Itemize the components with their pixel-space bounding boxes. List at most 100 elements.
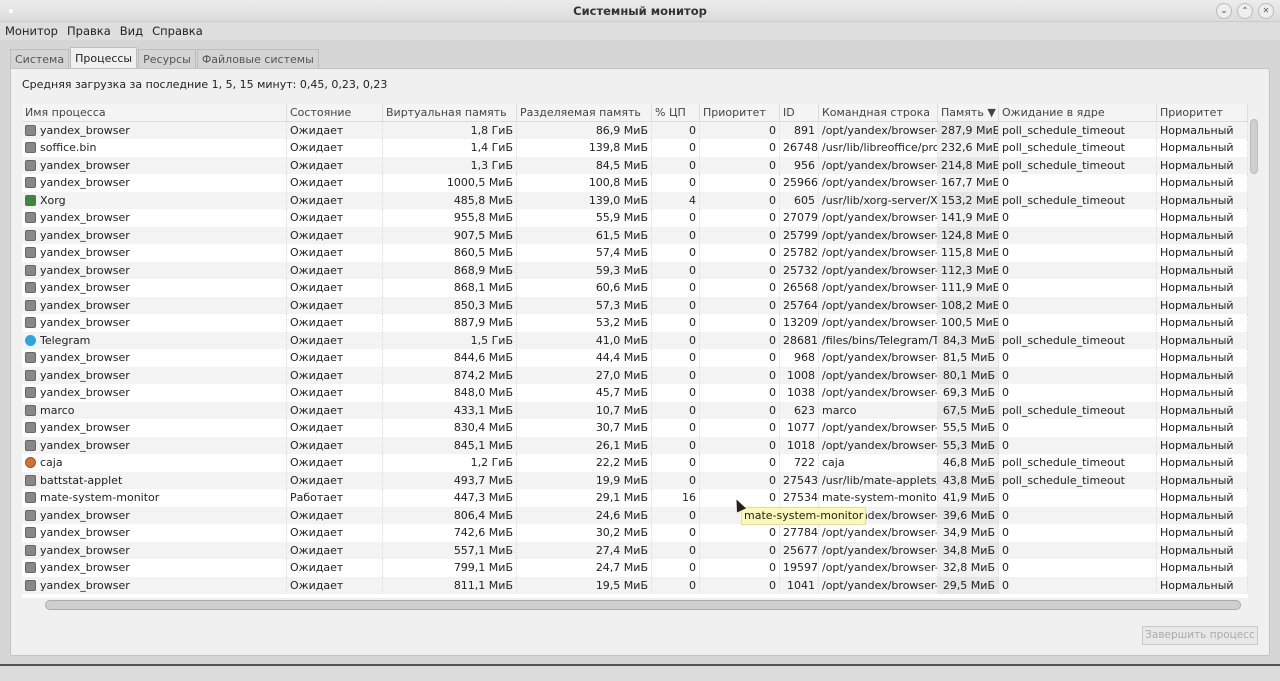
cell: 0 bbox=[652, 244, 700, 262]
column-header[interactable]: Имя процесса bbox=[22, 104, 287, 121]
cell: 0 bbox=[700, 366, 780, 384]
cell: 0 bbox=[652, 226, 700, 244]
cell: Нормальный bbox=[1157, 261, 1248, 279]
table-row[interactable]: soffice.bin Ожидает 1,4 ГиБ 139,8 МиБ 0 0 2674… bbox=[22, 139, 1248, 157]
minimize-button[interactable]: ⌄ bbox=[1216, 3, 1232, 19]
column-header[interactable]: Приоритет bbox=[700, 104, 780, 121]
table-row[interactable]: yandex_browser Ожидает 557,1 МиБ 27,4 МиБ 0 0… bbox=[22, 541, 1248, 559]
cell: Нормальный bbox=[1157, 401, 1248, 419]
process-name: yandex_browser bbox=[40, 281, 130, 294]
table-row[interactable]: yandex_browserОжидает806,4 МиБ24,6 МиБ0/… bbox=[22, 506, 1248, 524]
column-header[interactable]: ID bbox=[780, 104, 819, 121]
cell: Нормальный bbox=[1157, 191, 1248, 209]
table-row[interactable]: yandex_browser Ожидает 1,8 ГиБ 86,9 МиБ 0 0 89… bbox=[22, 121, 1248, 139]
table-row[interactable]: yandex_browser Ожидает 848,0 МиБ 45,7 МиБ 0 0… bbox=[22, 384, 1248, 402]
column-header[interactable]: Состояние bbox=[287, 104, 383, 121]
cell: 30,7 МиБ bbox=[517, 419, 652, 437]
cell: 868,9 МиБ bbox=[383, 261, 517, 279]
cell: 0 bbox=[652, 349, 700, 367]
horizontal-scrollbar[interactable] bbox=[33, 600, 1253, 610]
cell: 19,9 МиБ bbox=[517, 471, 652, 489]
table-row[interactable]: battstat-applet Ожидает 493,7 МиБ 19,9 МиБ 0… bbox=[22, 471, 1248, 489]
cell: 41,9 МиБ bbox=[938, 489, 999, 507]
cell: Ожидает bbox=[287, 156, 383, 174]
cell: 1018 bbox=[780, 436, 819, 454]
cell: 232,6 МиБ bbox=[938, 139, 999, 157]
cell: Нормальный bbox=[1157, 139, 1248, 157]
menu-edit[interactable]: Правка bbox=[62, 22, 115, 40]
cell: 214,8 МиБ bbox=[938, 156, 999, 174]
cell: 1041 bbox=[780, 576, 819, 594]
table-row[interactable]: Xorg Ожидает 485,8 МиБ 139,0 МиБ 4 0 605/usr/l… bbox=[22, 191, 1248, 209]
cell: yandex_browser bbox=[22, 541, 287, 559]
process-icon bbox=[25, 229, 36, 241]
cell: 0 bbox=[652, 401, 700, 419]
vertical-scroll-thumb[interactable] bbox=[1250, 119, 1258, 174]
cell: 0 bbox=[700, 384, 780, 402]
cell: Нормальный bbox=[1157, 506, 1248, 524]
cell: yandex_browser bbox=[22, 244, 287, 262]
process-icon bbox=[25, 334, 36, 346]
table-row[interactable]: Telegram Ожидает 1,5 ГиБ 41,0 МиБ 0 0 28681/fi… bbox=[22, 331, 1248, 349]
table-row[interactable]: yandex_browser Ожидает 955,8 МиБ 55,9 МиБ 0 0… bbox=[22, 209, 1248, 227]
column-header[interactable]: Память ▼ bbox=[938, 104, 999, 121]
table-row[interactable]: yandex_browser Ожидает 742,6 МиБ 30,2 МиБ 0 0… bbox=[22, 524, 1248, 542]
tab-processes[interactable]: Процессы bbox=[70, 47, 138, 68]
table-row[interactable]: yandex_browser Ожидает 874,2 МиБ 27,0 МиБ 0 0… bbox=[22, 366, 1248, 384]
tab-filesystems[interactable]: Файловые системы bbox=[196, 49, 319, 68]
cell: 0 bbox=[652, 524, 700, 542]
close-button[interactable]: ✕ bbox=[1258, 3, 1274, 19]
menu-help[interactable]: Справка bbox=[147, 22, 207, 40]
process-name: yandex_browser bbox=[40, 543, 130, 557]
cell: 16 bbox=[652, 489, 700, 507]
column-header[interactable]: % ЦП bbox=[652, 104, 700, 121]
menu-view[interactable]: Вид bbox=[115, 22, 147, 40]
table-row[interactable]: mate-system-monitor Работает 447,3 МиБ 29,1… bbox=[22, 489, 1248, 507]
menu-monitor[interactable]: Монитор bbox=[0, 22, 62, 40]
table-row[interactable]: yandex_browser Ожидает 799,1 МиБ 24,7 МиБ 0 0… bbox=[22, 559, 1248, 577]
cell: 485,8 МиБ bbox=[383, 191, 517, 209]
horizontal-scroll-thumb[interactable] bbox=[45, 600, 1241, 610]
table-row[interactable]: yandex_browser Ожидает 868,1 МиБ 60,6 МиБ 0 0… bbox=[22, 279, 1248, 297]
cell: Нормальный bbox=[1157, 209, 1248, 227]
cell: 57,4 МиБ bbox=[517, 244, 652, 262]
cell: marco bbox=[22, 401, 287, 419]
tab-resources[interactable]: Ресурсы bbox=[138, 49, 196, 68]
column-header[interactable]: Приоритет bbox=[1157, 104, 1248, 121]
column-header[interactable]: Виртуальная память bbox=[383, 104, 517, 121]
end-process-button[interactable]: Завершить процесс bbox=[1142, 626, 1258, 645]
column-header[interactable]: Разделяемая память bbox=[517, 104, 652, 121]
process-name: yandex_browser bbox=[40, 228, 130, 242]
cell: Ожидает bbox=[287, 279, 383, 297]
cell: 46,8 МиБ bbox=[938, 454, 999, 472]
cell: 493,7 МиБ bbox=[383, 471, 517, 489]
table-row[interactable]: yandex_browser Ожидает 907,5 МиБ 61,5 МиБ 0 0… bbox=[22, 226, 1248, 244]
cell: 84,5 МиБ bbox=[517, 156, 652, 174]
column-header[interactable]: Командная строка bbox=[819, 104, 938, 121]
table-row[interactable]: yandex_browser Ожидает 830,4 МиБ 30,7 МиБ 0 0… bbox=[22, 419, 1248, 437]
table-row[interactable]: yandex_browser Ожидает 811,1 МиБ 19,5 МиБ 0 0… bbox=[22, 576, 1248, 594]
cell: 141,9 МиБ bbox=[938, 209, 999, 227]
table-row[interactable]: yandex_browser Ожидает 860,5 МиБ 57,4 МиБ 0 0… bbox=[22, 244, 1248, 262]
table-row[interactable]: marco Ожидает 433,1 МиБ 10,7 МиБ 0 0 623 marco 6… bbox=[22, 401, 1248, 419]
process-table: Имя процесса Состояние Виртуальная память Р… bbox=[22, 104, 1248, 598]
cell: 24,7 МиБ bbox=[517, 559, 652, 577]
table-row[interactable]: yandex_browser Ожидает 1,3 ГиБ 84,5 МиБ 0 0 95… bbox=[22, 156, 1248, 174]
table-row[interactable]: yandex_browser Ожидает 1000,5 МиБ 100,8 МиБ… bbox=[22, 174, 1248, 192]
vertical-scrollbar[interactable] bbox=[1249, 113, 1259, 603]
table-row[interactable]: yandex_browser Ожидает 887,9 МиБ 53,2 МиБ 0 0… bbox=[22, 314, 1248, 332]
table-row[interactable]: yandex_browser Ожидает 868,9 МиБ 59,3 МиБ 0 0… bbox=[22, 261, 1248, 279]
cell: /opt/yandex/browser-beta bbox=[819, 349, 938, 367]
column-header[interactable]: Ожидание в ядре bbox=[999, 104, 1157, 121]
maximize-button[interactable]: ⌃ bbox=[1237, 3, 1253, 19]
tab-system[interactable]: Система bbox=[10, 49, 70, 68]
window-menu-icon[interactable] bbox=[9, 9, 13, 13]
cell: 0 bbox=[999, 244, 1157, 262]
table-row[interactable]: yandex_browser Ожидает 845,1 МиБ 26,1 МиБ 0 0… bbox=[22, 436, 1248, 454]
cell: 61,5 МиБ bbox=[517, 226, 652, 244]
table-row[interactable]: yandex_browser Ожидает 844,6 МиБ 44,4 МиБ 0 0… bbox=[22, 349, 1248, 367]
cell: 100,8 МиБ bbox=[517, 174, 652, 192]
table-row[interactable]: yandex_browser Ожидает 850,3 МиБ 57,3 МиБ 0 0… bbox=[22, 296, 1248, 314]
cell: 81,5 МиБ bbox=[938, 349, 999, 367]
table-row[interactable]: caja Ожидает 1,2 ГиБ 22,2 МиБ 0 0 722 caja 46,8 … bbox=[22, 454, 1248, 472]
